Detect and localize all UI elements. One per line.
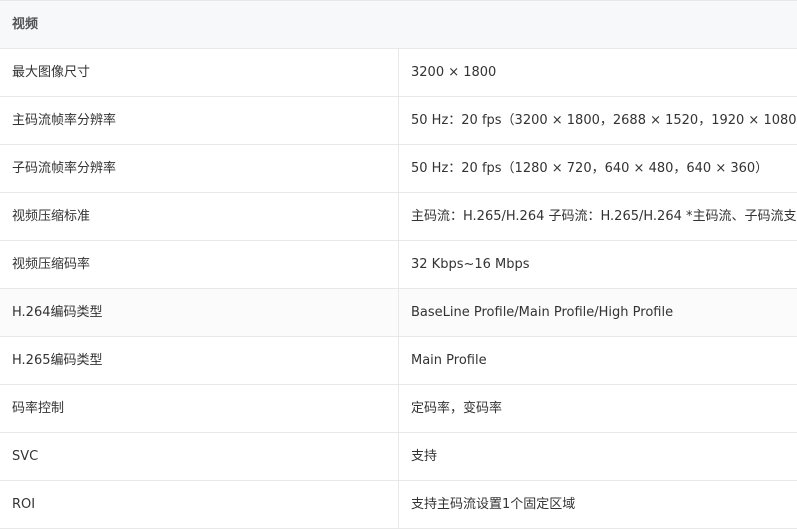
spec-label-h264-type: H.264编码类型 bbox=[0, 288, 399, 337]
table-row: 视频压缩标准 主码流：H.265/H.264 子码流：H.265/H.264 *… bbox=[0, 192, 797, 241]
spec-value-roi: 支持主码流设置1个固定区域 bbox=[398, 480, 797, 529]
table-row: 最大图像尺寸 3200 × 1800 bbox=[0, 48, 797, 97]
spec-label-compression-standard: 视频压缩标准 bbox=[0, 192, 399, 241]
table-row: 主码流帧率分辨率 50 Hz：20 fps（3200 × 1800，2688 ×… bbox=[0, 96, 797, 145]
spec-value-bitrate: 32 Kbps~16 Mbps bbox=[398, 240, 797, 289]
spec-label-rate-control: 码率控制 bbox=[0, 384, 399, 433]
table-row: H.264编码类型 BaseLine Profile/Main Profile/… bbox=[0, 288, 797, 337]
spec-value-main-stream: 50 Hz：20 fps（3200 × 1800，2688 × 1520，192… bbox=[398, 96, 797, 145]
spec-table: 视频 最大图像尺寸 3200 × 1800 主码流帧率分辨率 50 Hz：20 … bbox=[0, 0, 797, 529]
section-title: 视频 bbox=[0, 0, 797, 49]
spec-label-svc: SVC bbox=[0, 432, 399, 481]
spec-label-roi: ROI bbox=[0, 480, 399, 529]
table-row: 码率控制 定码率，变码率 bbox=[0, 384, 797, 433]
spec-value-h265-type: Main Profile bbox=[398, 336, 797, 385]
spec-label-sub-stream: 子码流帧率分辨率 bbox=[0, 144, 399, 193]
table-row: SVC 支持 bbox=[0, 432, 797, 481]
spec-value-max-image-size: 3200 × 1800 bbox=[398, 48, 797, 97]
spec-label-bitrate: 视频压缩码率 bbox=[0, 240, 399, 289]
table-row: H.265编码类型 Main Profile bbox=[0, 336, 797, 385]
spec-label-h265-type: H.265编码类型 bbox=[0, 336, 399, 385]
spec-label-main-stream: 主码流帧率分辨率 bbox=[0, 96, 399, 145]
spec-value-compression-standard: 主码流：H.265/H.264 子码流：H.265/H.264 *主码流、子码流… bbox=[398, 192, 797, 241]
spec-value-svc: 支持 bbox=[398, 432, 797, 481]
spec-value-rate-control: 定码率，变码率 bbox=[398, 384, 797, 433]
section-header-row: 视频 bbox=[0, 0, 797, 49]
spec-value-sub-stream: 50 Hz：20 fps（1280 × 720，640 × 480，640 × … bbox=[398, 144, 797, 193]
table-row: 视频压缩码率 32 Kbps~16 Mbps bbox=[0, 240, 797, 289]
table-row: 子码流帧率分辨率 50 Hz：20 fps（1280 × 720，640 × 4… bbox=[0, 144, 797, 193]
spec-value-h264-type: BaseLine Profile/Main Profile/High Profi… bbox=[398, 288, 797, 337]
table-row: ROI 支持主码流设置1个固定区域 bbox=[0, 480, 797, 529]
spec-label-max-image-size: 最大图像尺寸 bbox=[0, 48, 399, 97]
